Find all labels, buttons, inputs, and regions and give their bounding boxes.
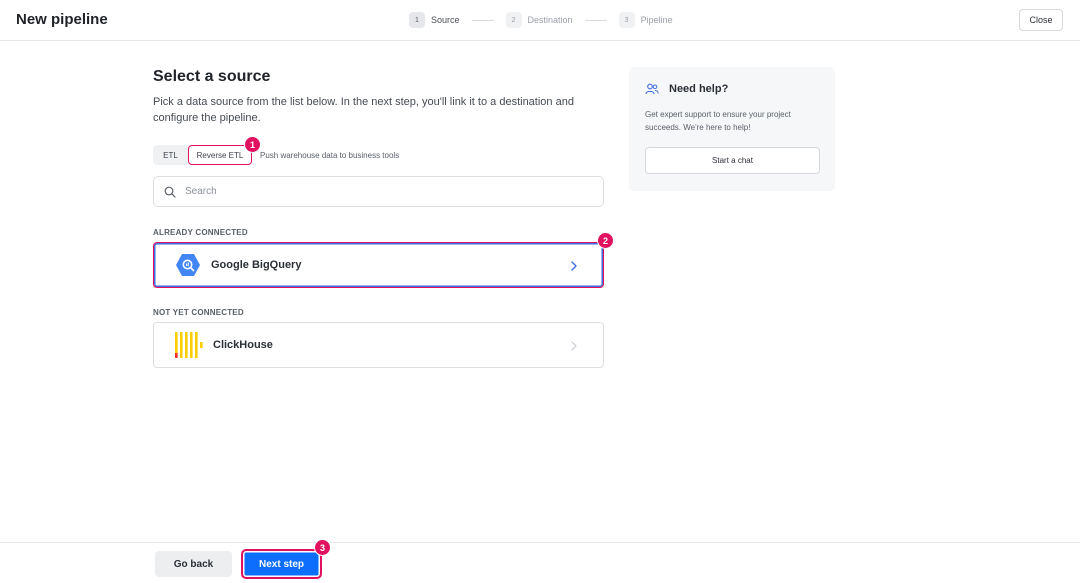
step-label: Pipeline [640, 15, 673, 25]
step-number: 1 [409, 12, 425, 28]
people-icon [645, 83, 659, 95]
source-card-google-bigquery[interactable]: Google BigQuery [153, 242, 604, 288]
source-card-clickhouse[interactable]: ClickHouse [153, 322, 604, 368]
pipeline-type-tabs: ETL Reverse ETL Push warehouse data to b… [153, 145, 399, 165]
close-button[interactable]: Close [1019, 9, 1063, 31]
help-text: Get expert support to ensure your projec… [645, 110, 791, 132]
top-bar: New pipeline 1 Source 2 Destination 3 Pi… [0, 0, 1080, 41]
footer-bar: Go back Next step 3 [0, 539, 1080, 583]
help-title: Need help? [669, 83, 729, 95]
step-number: 3 [618, 12, 635, 28]
step-pipeline: 3 Pipeline [618, 12, 673, 28]
not-yet-connected-label: NOT YET CONNECTED [153, 308, 244, 317]
section-description: Pick a data source from the list below. … [153, 96, 574, 124]
step-label: Source [431, 15, 460, 25]
search-box[interactable] [153, 176, 604, 207]
search-input[interactable] [185, 186, 585, 197]
step-destination: 2 Destination [505, 12, 573, 28]
tab-reverse-etl[interactable]: Reverse ETL [188, 145, 252, 165]
source-name: ClickHouse [213, 339, 273, 351]
already-connected-label: ALREADY CONNECTED [153, 228, 248, 237]
section-heading: Select a source [153, 68, 271, 85]
clickhouse-icon [175, 332, 203, 358]
tab-etl[interactable]: ETL [153, 145, 188, 165]
step-number: 2 [505, 12, 522, 28]
page-title: New pipeline [16, 11, 108, 28]
search-icon [164, 186, 176, 198]
stepper: 1 Source 2 Destination 3 Pipeline [409, 12, 673, 28]
source-name: Google BigQuery [211, 259, 302, 271]
step-divider [584, 19, 607, 21]
annotation-badge-2: 2 [597, 232, 614, 249]
step-source: 1 Source [409, 12, 460, 28]
help-panel: Need help? Get expert support to ensure … [629, 67, 835, 191]
source-selection: Select a source Pick a data source from … [153, 66, 614, 368]
go-back-button[interactable]: Go back [155, 551, 232, 577]
next-step-button[interactable]: Next step [241, 549, 322, 579]
annotation-badge-3: 3 [314, 539, 331, 556]
step-divider [471, 19, 494, 21]
help-header: Need help? [645, 83, 819, 95]
chevron-right-icon [571, 261, 577, 271]
chevron-right-icon [571, 341, 577, 351]
bigquery-icon [176, 254, 200, 276]
start-chat-button[interactable]: Start a chat [645, 147, 820, 174]
tab-description: Push warehouse data to business tools [260, 150, 400, 160]
annotation-badge-1: 1 [244, 136, 261, 153]
step-label: Destination [527, 15, 573, 25]
